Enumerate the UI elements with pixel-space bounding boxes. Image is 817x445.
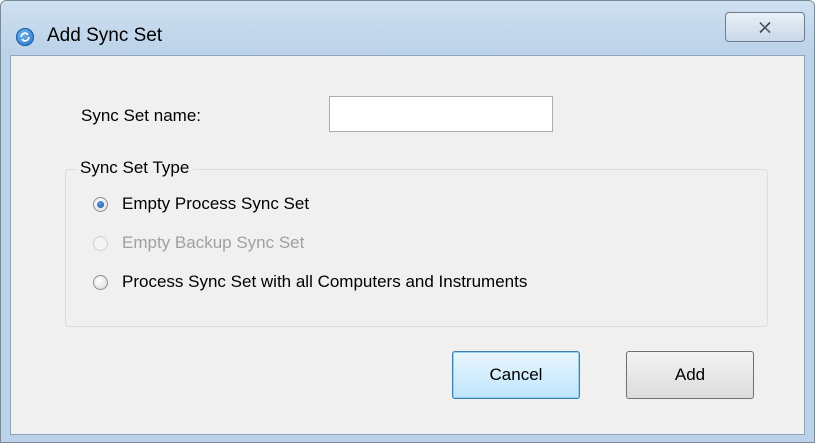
sync-set-name-input[interactable] <box>329 96 553 132</box>
radio-button-disabled <box>93 235 108 251</box>
dialog-title: Add Sync Set <box>47 25 163 46</box>
dialog-body: Sync Set name: Sync Set Type Empty Proce… <box>10 55 805 435</box>
radio-label: Empty Backup Sync Set <box>122 233 305 252</box>
sync-set-type-group: Sync Set Type Empty Process Sync Set Emp… <box>65 158 768 327</box>
radio-button[interactable] <box>93 274 108 290</box>
sync-icon <box>16 28 34 46</box>
sync-set-name-label: Sync Set name: <box>81 106 202 125</box>
radio-label: Empty Process Sync Set <box>122 194 310 213</box>
add-sync-set-dialog: Add Sync Set Sync Set name: Sync Set Typ… <box>0 0 815 443</box>
sync-set-type-legend: Sync Set Type <box>76 158 194 178</box>
add-button[interactable]: Add <box>626 351 754 399</box>
title-bar[interactable]: Add Sync Set <box>1 1 814 51</box>
radio-process-sync-set-all[interactable]: Process Sync Set with all Computers and … <box>93 272 527 292</box>
radio-empty-process-sync-set[interactable]: Empty Process Sync Set <box>93 194 309 214</box>
cancel-button[interactable]: Cancel <box>452 351 580 399</box>
radio-button-checked[interactable] <box>93 196 108 212</box>
radio-empty-backup-sync-set: Empty Backup Sync Set <box>93 233 304 253</box>
close-button[interactable] <box>725 12 805 42</box>
radio-label: Process Sync Set with all Computers and … <box>122 272 528 291</box>
close-icon <box>759 21 771 33</box>
